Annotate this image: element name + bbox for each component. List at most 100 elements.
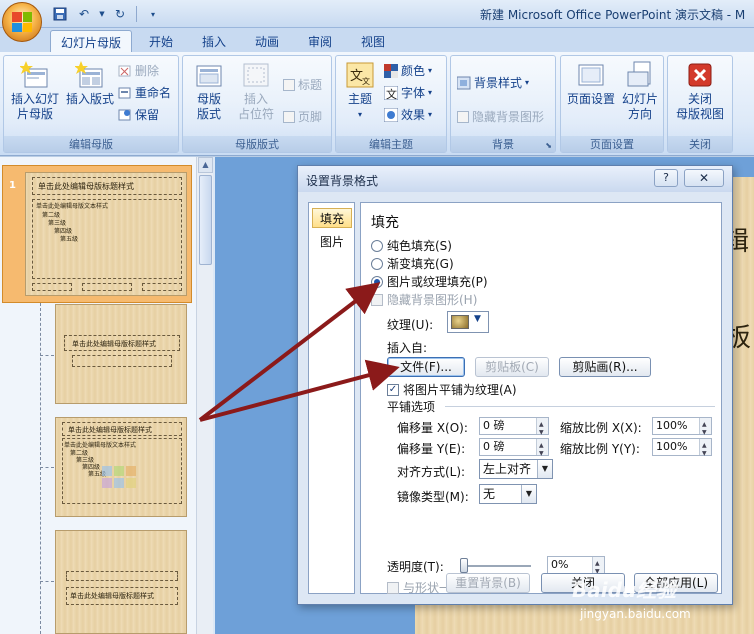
scroll-up-icon[interactable]: ▲ bbox=[198, 157, 213, 173]
delete-button[interactable]: 删除 bbox=[118, 62, 159, 79]
picture-texture-fill-option[interactable]: 图片或纹理填充(P) bbox=[371, 273, 488, 290]
reset-background-button[interactable]: 重置背景(B) bbox=[446, 573, 530, 593]
page-setup-button[interactable]: 页面设置 bbox=[565, 60, 617, 107]
insert-slide-master-button[interactable]: 插入幻灯 片母版 bbox=[6, 60, 64, 122]
background-styles-button[interactable]: 背景样式 ▾ bbox=[456, 74, 529, 91]
pushpin-icon bbox=[118, 108, 132, 122]
tab-slide-master[interactable]: 幻灯片母版 bbox=[50, 30, 132, 52]
offset-x-input[interactable]: 0 磅 bbox=[479, 417, 549, 441]
scrollbar-thumb[interactable] bbox=[199, 175, 212, 265]
slide-orientation-button[interactable]: 幻灯片 方向 bbox=[617, 60, 663, 122]
chevron-down-icon: ▼ bbox=[521, 485, 536, 503]
clipart-button[interactable]: 剪贴画(R)... bbox=[559, 357, 651, 377]
themes-button[interactable]: 文文 主题 ▾ bbox=[340, 60, 380, 122]
undo-dropdown-icon[interactable]: ▼ bbox=[98, 5, 106, 23]
group-master-layout: 母版 版式 插入 占位符 标题 页脚 母版版式 bbox=[182, 55, 332, 153]
customize-toolbar-icon[interactable]: ▾ bbox=[143, 5, 163, 23]
alignment-select[interactable]: 左上对齐 ▼ bbox=[479, 459, 553, 479]
mirror-type-label: 镜像类型(M): bbox=[397, 490, 469, 504]
panel-heading: 填充 bbox=[371, 215, 399, 231]
window-title: 新建 Microsoft Office PowerPoint 演示文稿 - M bbox=[480, 8, 746, 22]
alignment-label: 对齐方式(L): bbox=[397, 465, 466, 479]
title-checkbox[interactable]: 标题 bbox=[283, 76, 322, 93]
insert-placeholder-button[interactable]: 插入 占位符 bbox=[231, 60, 281, 122]
category-picture[interactable]: 图片 bbox=[312, 232, 352, 252]
spinner-icon[interactable] bbox=[592, 556, 604, 580]
tab-review[interactable]: 审阅 bbox=[298, 30, 342, 52]
watermark-brand: Baidu经验 bbox=[572, 578, 677, 602]
format-background-dialog: 设置背景格式 ? ✕ 填充 图片 填充 纯色填充(S) 渐变填充(G) 图片或纹… bbox=[297, 165, 733, 605]
layout-thumbnail-section[interactable]: 单击此处编辑母版标题样式 bbox=[55, 530, 187, 634]
preserve-button[interactable]: 保留 bbox=[118, 106, 159, 123]
tab-animations[interactable]: 动画 bbox=[245, 30, 289, 52]
gradient-fill-option[interactable]: 渐变填充(G) bbox=[371, 255, 454, 272]
group-label-close: 关闭 bbox=[668, 136, 732, 152]
insert-slide-master-icon bbox=[19, 60, 50, 90]
file-button[interactable]: 文件(F)... bbox=[387, 357, 465, 377]
fonts-button[interactable]: 文 字体 ▾ bbox=[383, 84, 432, 101]
effects-button[interactable]: 效果 ▾ bbox=[383, 106, 432, 123]
redo-icon[interactable]: ↻ bbox=[110, 5, 130, 23]
transparency-input[interactable]: 0% bbox=[547, 556, 605, 580]
help-button[interactable]: ? bbox=[654, 169, 678, 187]
watermark-url: jingyan.baidu.com bbox=[580, 607, 691, 621]
tab-home[interactable]: 开始 bbox=[139, 30, 183, 52]
group-label-page-setup: 页面设置 bbox=[561, 136, 663, 152]
texture-label: 纹理(U): bbox=[387, 318, 434, 332]
hide-background-graphics-checkbox[interactable]: 隐藏背景图形 bbox=[457, 108, 544, 125]
spinner-icon[interactable] bbox=[699, 438, 711, 462]
solid-fill-option[interactable]: 纯色填充(S) bbox=[371, 237, 452, 254]
clipboard-button[interactable]: 剪贴板(C) bbox=[475, 357, 549, 377]
fonts-icon: 文 bbox=[383, 85, 399, 101]
transparency-slider[interactable] bbox=[460, 558, 531, 573]
insert-placeholder-icon bbox=[241, 60, 271, 90]
hide-background-graphics-option[interactable]: 隐藏背景图形(H) bbox=[371, 291, 477, 308]
page-setup-icon bbox=[576, 60, 606, 90]
offset-y-input[interactable]: 0 磅 bbox=[479, 438, 549, 462]
scale-y-input[interactable]: 100% bbox=[652, 438, 712, 462]
effects-icon bbox=[383, 107, 399, 122]
rename-button[interactable]: 重命名 bbox=[118, 84, 171, 101]
mirror-type-select[interactable]: 无 ▼ bbox=[479, 484, 537, 504]
category-fill[interactable]: 填充 bbox=[312, 208, 352, 228]
office-logo-icon bbox=[12, 12, 32, 32]
insert-layout-button[interactable]: 插入版式 bbox=[64, 60, 116, 107]
dialog-launcher-icon[interactable]: ⬊ bbox=[545, 141, 552, 150]
footer-checkbox[interactable]: 页脚 bbox=[283, 108, 322, 125]
close-master-view-button[interactable]: 关闭 母版视图 bbox=[670, 60, 730, 122]
tiling-options-label: 平铺选项 bbox=[387, 400, 436, 414]
selected-master-thumbnail[interactable]: 1 单击此处编辑母版标题样式 单击此处编辑母版文本样式 第二级 第三级 第四级 … bbox=[2, 165, 192, 303]
spinner-icon[interactable] bbox=[699, 417, 711, 441]
thumbnail-list: 1 单击此处编辑母版标题样式 单击此处编辑母版文本样式 第二级 第三级 第四级 … bbox=[0, 157, 196, 634]
texture-dropdown-icon: ▼ bbox=[474, 314, 481, 324]
thumbnails-scrollbar[interactable]: ▲ bbox=[196, 157, 213, 634]
master-layout-button[interactable]: 母版 版式 bbox=[187, 60, 231, 122]
group-label-edit-master: 编辑母版 bbox=[4, 136, 178, 152]
tab-view[interactable]: 视图 bbox=[351, 30, 395, 52]
spinner-icon[interactable] bbox=[536, 417, 548, 441]
save-icon[interactable] bbox=[50, 5, 70, 23]
group-page-setup: 页面设置 幻灯片 方向 页面设置 bbox=[560, 55, 664, 153]
dialog-title: 设置背景格式 bbox=[306, 174, 379, 188]
themes-icon: 文文 bbox=[345, 60, 375, 90]
spinner-icon[interactable] bbox=[536, 438, 548, 462]
ribbon-tabs: 幻灯片母版 开始 插入 动画 审阅 视图 bbox=[0, 28, 754, 52]
layout-thumbnail-title-content[interactable]: 单击此处编辑母版标题样式 单击此处编辑母版文本样式 第二级 第三级 第四级 第五… bbox=[55, 417, 187, 517]
office-button[interactable] bbox=[2, 2, 42, 42]
master-slide-thumbnail[interactable]: 单击此处编辑母版标题样式 单击此处编辑母版文本样式 第二级 第三级 第四级 第五… bbox=[25, 172, 187, 296]
scale-y-label: 缩放比例 Y(Y): bbox=[560, 442, 640, 456]
tile-as-texture-checkbox[interactable]: ✓ 将图片平铺为纹理(A) bbox=[387, 381, 517, 398]
content-placeholder-icon bbox=[102, 466, 136, 488]
dialog-close-button[interactable]: ✕ bbox=[684, 169, 724, 187]
undo-icon[interactable]: ↶ bbox=[74, 5, 94, 23]
slide-thumbnails-pane: 1 单击此处编辑母版标题样式 单击此处编辑母版文本样式 第二级 第三级 第四级 … bbox=[0, 157, 215, 634]
colors-button[interactable]: 颜色 ▾ bbox=[384, 62, 432, 79]
layout-thumbnail-title[interactable]: 单击此处编辑母版标题样式 bbox=[55, 304, 187, 404]
slider-knob[interactable] bbox=[460, 558, 468, 573]
texture-picker[interactable]: ▼ bbox=[447, 311, 489, 333]
close-master-view-icon bbox=[685, 60, 715, 90]
tab-insert[interactable]: 插入 bbox=[192, 30, 236, 52]
transparency-label: 透明度(T): bbox=[387, 560, 444, 574]
scale-x-input[interactable]: 100% bbox=[652, 417, 712, 441]
group-background: 背景样式 ▾ 隐藏背景图形 背景 ⬊ bbox=[450, 55, 556, 153]
